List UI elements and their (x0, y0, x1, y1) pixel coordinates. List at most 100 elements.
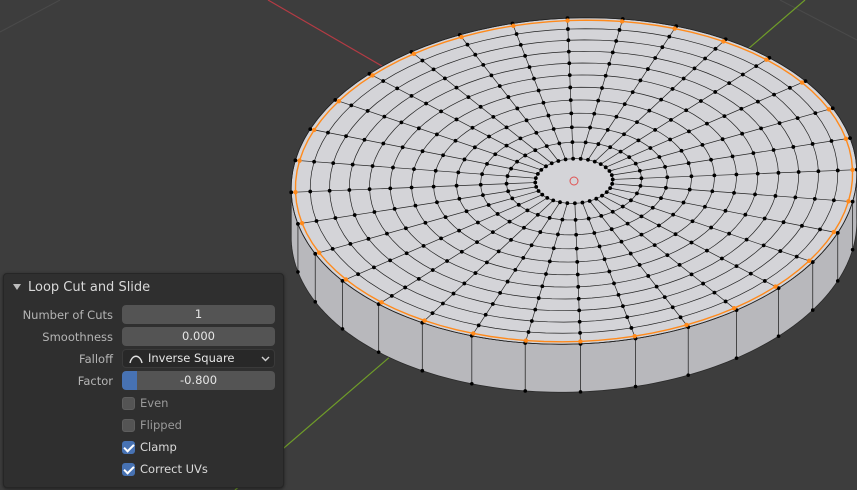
vertex (489, 73, 494, 78)
vertex (653, 56, 658, 60)
vertex (629, 326, 634, 330)
vertex (639, 176, 644, 181)
cylinder-mesh[interactable] (289, 16, 857, 394)
vertex (457, 228, 461, 233)
vertex (495, 212, 500, 216)
vertex (356, 272, 360, 277)
vertex (344, 134, 348, 139)
vertex (523, 389, 528, 393)
vertex (549, 161, 554, 166)
vertex (671, 212, 676, 217)
vertex (609, 173, 614, 178)
smoothness-field[interactable]: 0.000 (122, 327, 275, 346)
vertex (558, 200, 562, 205)
vertex (629, 198, 633, 203)
vertex (604, 190, 609, 195)
vertex (465, 42, 470, 47)
vertex (381, 79, 386, 83)
vertex (473, 52, 478, 57)
vertex (326, 130, 330, 135)
vertex (700, 142, 705, 147)
vertex (592, 159, 597, 164)
vertex (536, 296, 541, 300)
vertex (327, 188, 332, 193)
vertex (551, 198, 556, 203)
vertex (312, 159, 317, 164)
vertex (524, 118, 529, 123)
correct-uvs-checkbox[interactable] (122, 462, 135, 476)
vertex (705, 248, 709, 253)
vertex (557, 141, 562, 146)
vertex (333, 98, 338, 102)
vertex (496, 249, 501, 254)
vertex (462, 157, 467, 162)
vertex (430, 311, 435, 316)
vertex (510, 196, 515, 201)
vertex (608, 145, 613, 150)
vertex (850, 247, 855, 252)
vertex (454, 183, 459, 188)
flipped-label: Flipped (140, 418, 182, 432)
vertex (572, 201, 577, 206)
vertex (442, 76, 447, 81)
vertex (639, 214, 644, 219)
vertex (472, 145, 477, 150)
vertex (586, 216, 591, 221)
vertex (399, 120, 404, 125)
vertex (607, 62, 612, 66)
vertex (457, 196, 462, 201)
vertex (536, 189, 541, 193)
vertex (480, 172, 484, 177)
vertex (372, 265, 376, 270)
number-of-cuts-field[interactable]: 1 (122, 305, 275, 324)
vertex (818, 227, 822, 232)
correct-uvs-label: Correct UVs (140, 462, 208, 476)
operator-panel-header[interactable]: Loop Cut and Slide (4, 274, 283, 300)
vertex (466, 95, 471, 99)
vertex (535, 212, 540, 217)
vertex (526, 330, 531, 334)
vertex (754, 64, 759, 69)
vertex (441, 153, 445, 158)
selected-vertex (843, 136, 849, 141)
flipped-checkbox-row[interactable]: Flipped (122, 417, 182, 433)
vertex (621, 304, 625, 309)
vertex (720, 137, 725, 142)
selected-vertex (672, 26, 677, 31)
vertex (622, 102, 627, 107)
selected-vertex (619, 19, 625, 24)
vertex (788, 85, 792, 90)
flipped-checkbox[interactable] (122, 418, 135, 432)
vertex (796, 170, 801, 174)
vertex (340, 327, 345, 331)
selected-vertex (523, 338, 529, 343)
collapse-triangle-icon[interactable] (13, 284, 21, 290)
factor-slider[interactable]: -0.800 (122, 371, 275, 390)
vertex (420, 149, 425, 154)
vertex (614, 39, 619, 43)
vertex (560, 217, 565, 222)
even-checkbox[interactable] (122, 396, 135, 410)
vertex (464, 209, 469, 214)
vertex (603, 73, 608, 78)
vertex (647, 108, 652, 113)
selected-vertex (684, 322, 689, 328)
vertex (592, 231, 597, 235)
vertex (713, 90, 718, 94)
selected-vertex (831, 229, 836, 235)
vertex (662, 295, 667, 299)
vertex (546, 113, 551, 118)
correct-uvs-checkbox-row[interactable]: Correct UVs (122, 461, 208, 477)
vertex (816, 169, 821, 174)
clamp-checkbox-row[interactable]: Clamp (122, 439, 177, 455)
vertex (610, 50, 615, 55)
clamp-checkbox[interactable] (122, 440, 135, 454)
selected-vertex (731, 305, 737, 311)
vertex (607, 269, 612, 274)
vertex (350, 162, 355, 167)
vertex (762, 279, 767, 283)
vertex (646, 274, 651, 278)
even-checkbox-row[interactable]: Even (122, 395, 168, 411)
falloff-dropdown[interactable]: Inverse Square (122, 349, 275, 368)
vertex (598, 162, 603, 167)
